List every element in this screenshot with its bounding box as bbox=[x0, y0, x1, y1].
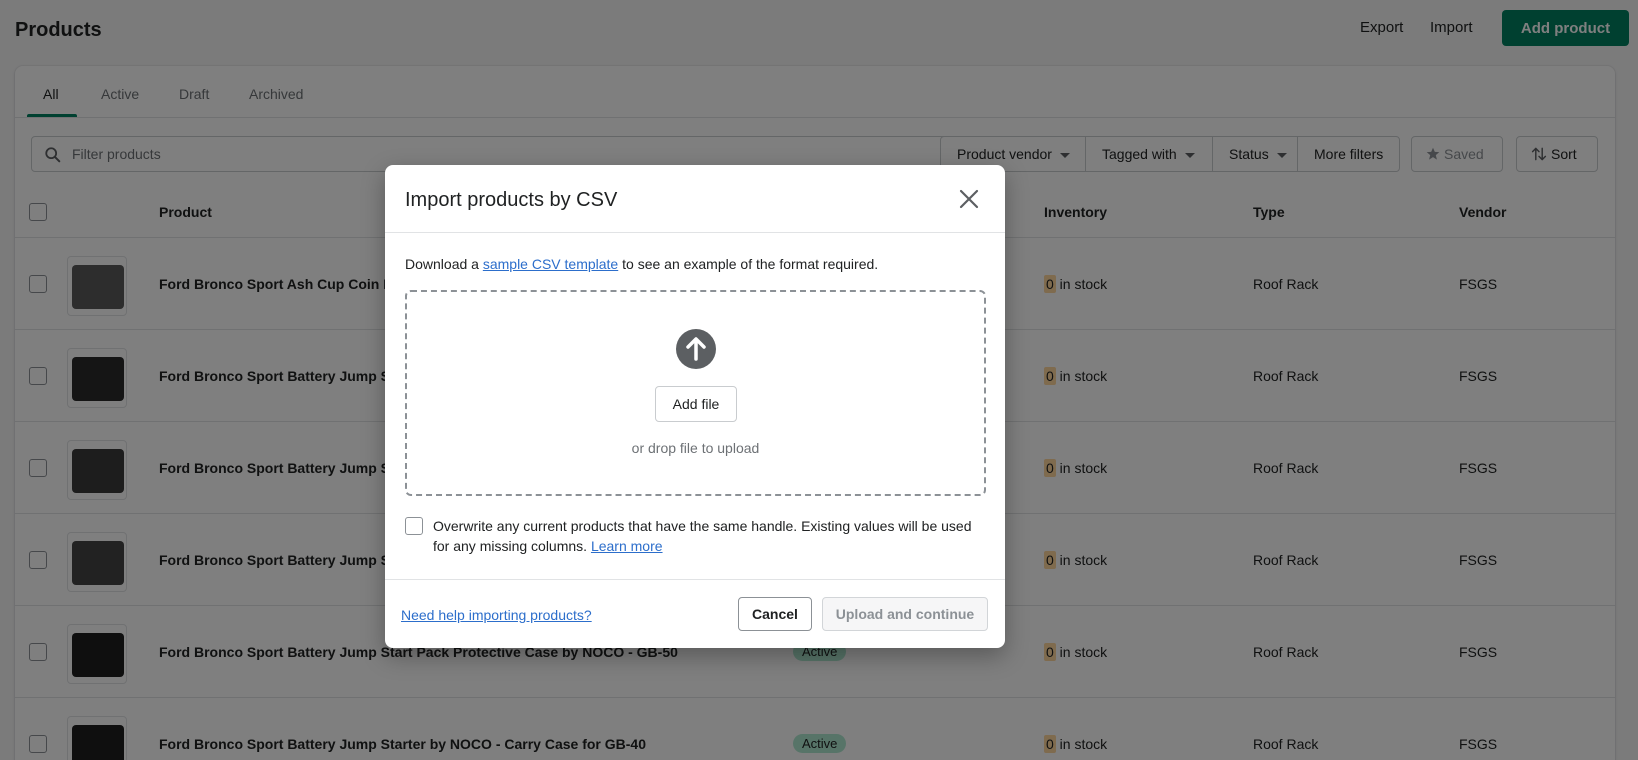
import-csv-modal: Import products by CSV Download a sample… bbox=[385, 165, 1005, 648]
upload-arrow-icon bbox=[676, 329, 716, 369]
file-dropzone[interactable]: Add file or drop file to upload bbox=[405, 290, 986, 496]
help-importing-link[interactable]: Need help importing products? bbox=[401, 607, 592, 623]
add-file-button[interactable]: Add file bbox=[655, 386, 737, 422]
modal-title: Import products by CSV bbox=[405, 189, 618, 211]
download-suffix: to see an example of the format required… bbox=[618, 256, 879, 272]
overwrite-text: Overwrite any current products that have… bbox=[433, 518, 972, 554]
modal-header: Import products by CSV bbox=[385, 165, 1005, 233]
drop-file-text: or drop file to upload bbox=[631, 440, 760, 456]
download-instructions: Download a sample CSV template to see an… bbox=[405, 256, 878, 272]
download-prefix: Download a bbox=[405, 256, 483, 272]
modal-footer: Need help importing products? Cancel Upl… bbox=[385, 579, 1005, 648]
close-icon bbox=[959, 189, 979, 209]
overwrite-checkbox[interactable] bbox=[405, 517, 423, 535]
close-modal-button[interactable] bbox=[955, 185, 983, 213]
sample-csv-template-link[interactable]: sample CSV template bbox=[483, 256, 618, 272]
overwrite-label: Overwrite any current products that have… bbox=[433, 516, 988, 556]
upload-and-continue-button[interactable]: Upload and continue bbox=[822, 597, 988, 631]
learn-more-link[interactable]: Learn more bbox=[591, 538, 663, 554]
cancel-button[interactable]: Cancel bbox=[738, 597, 812, 631]
